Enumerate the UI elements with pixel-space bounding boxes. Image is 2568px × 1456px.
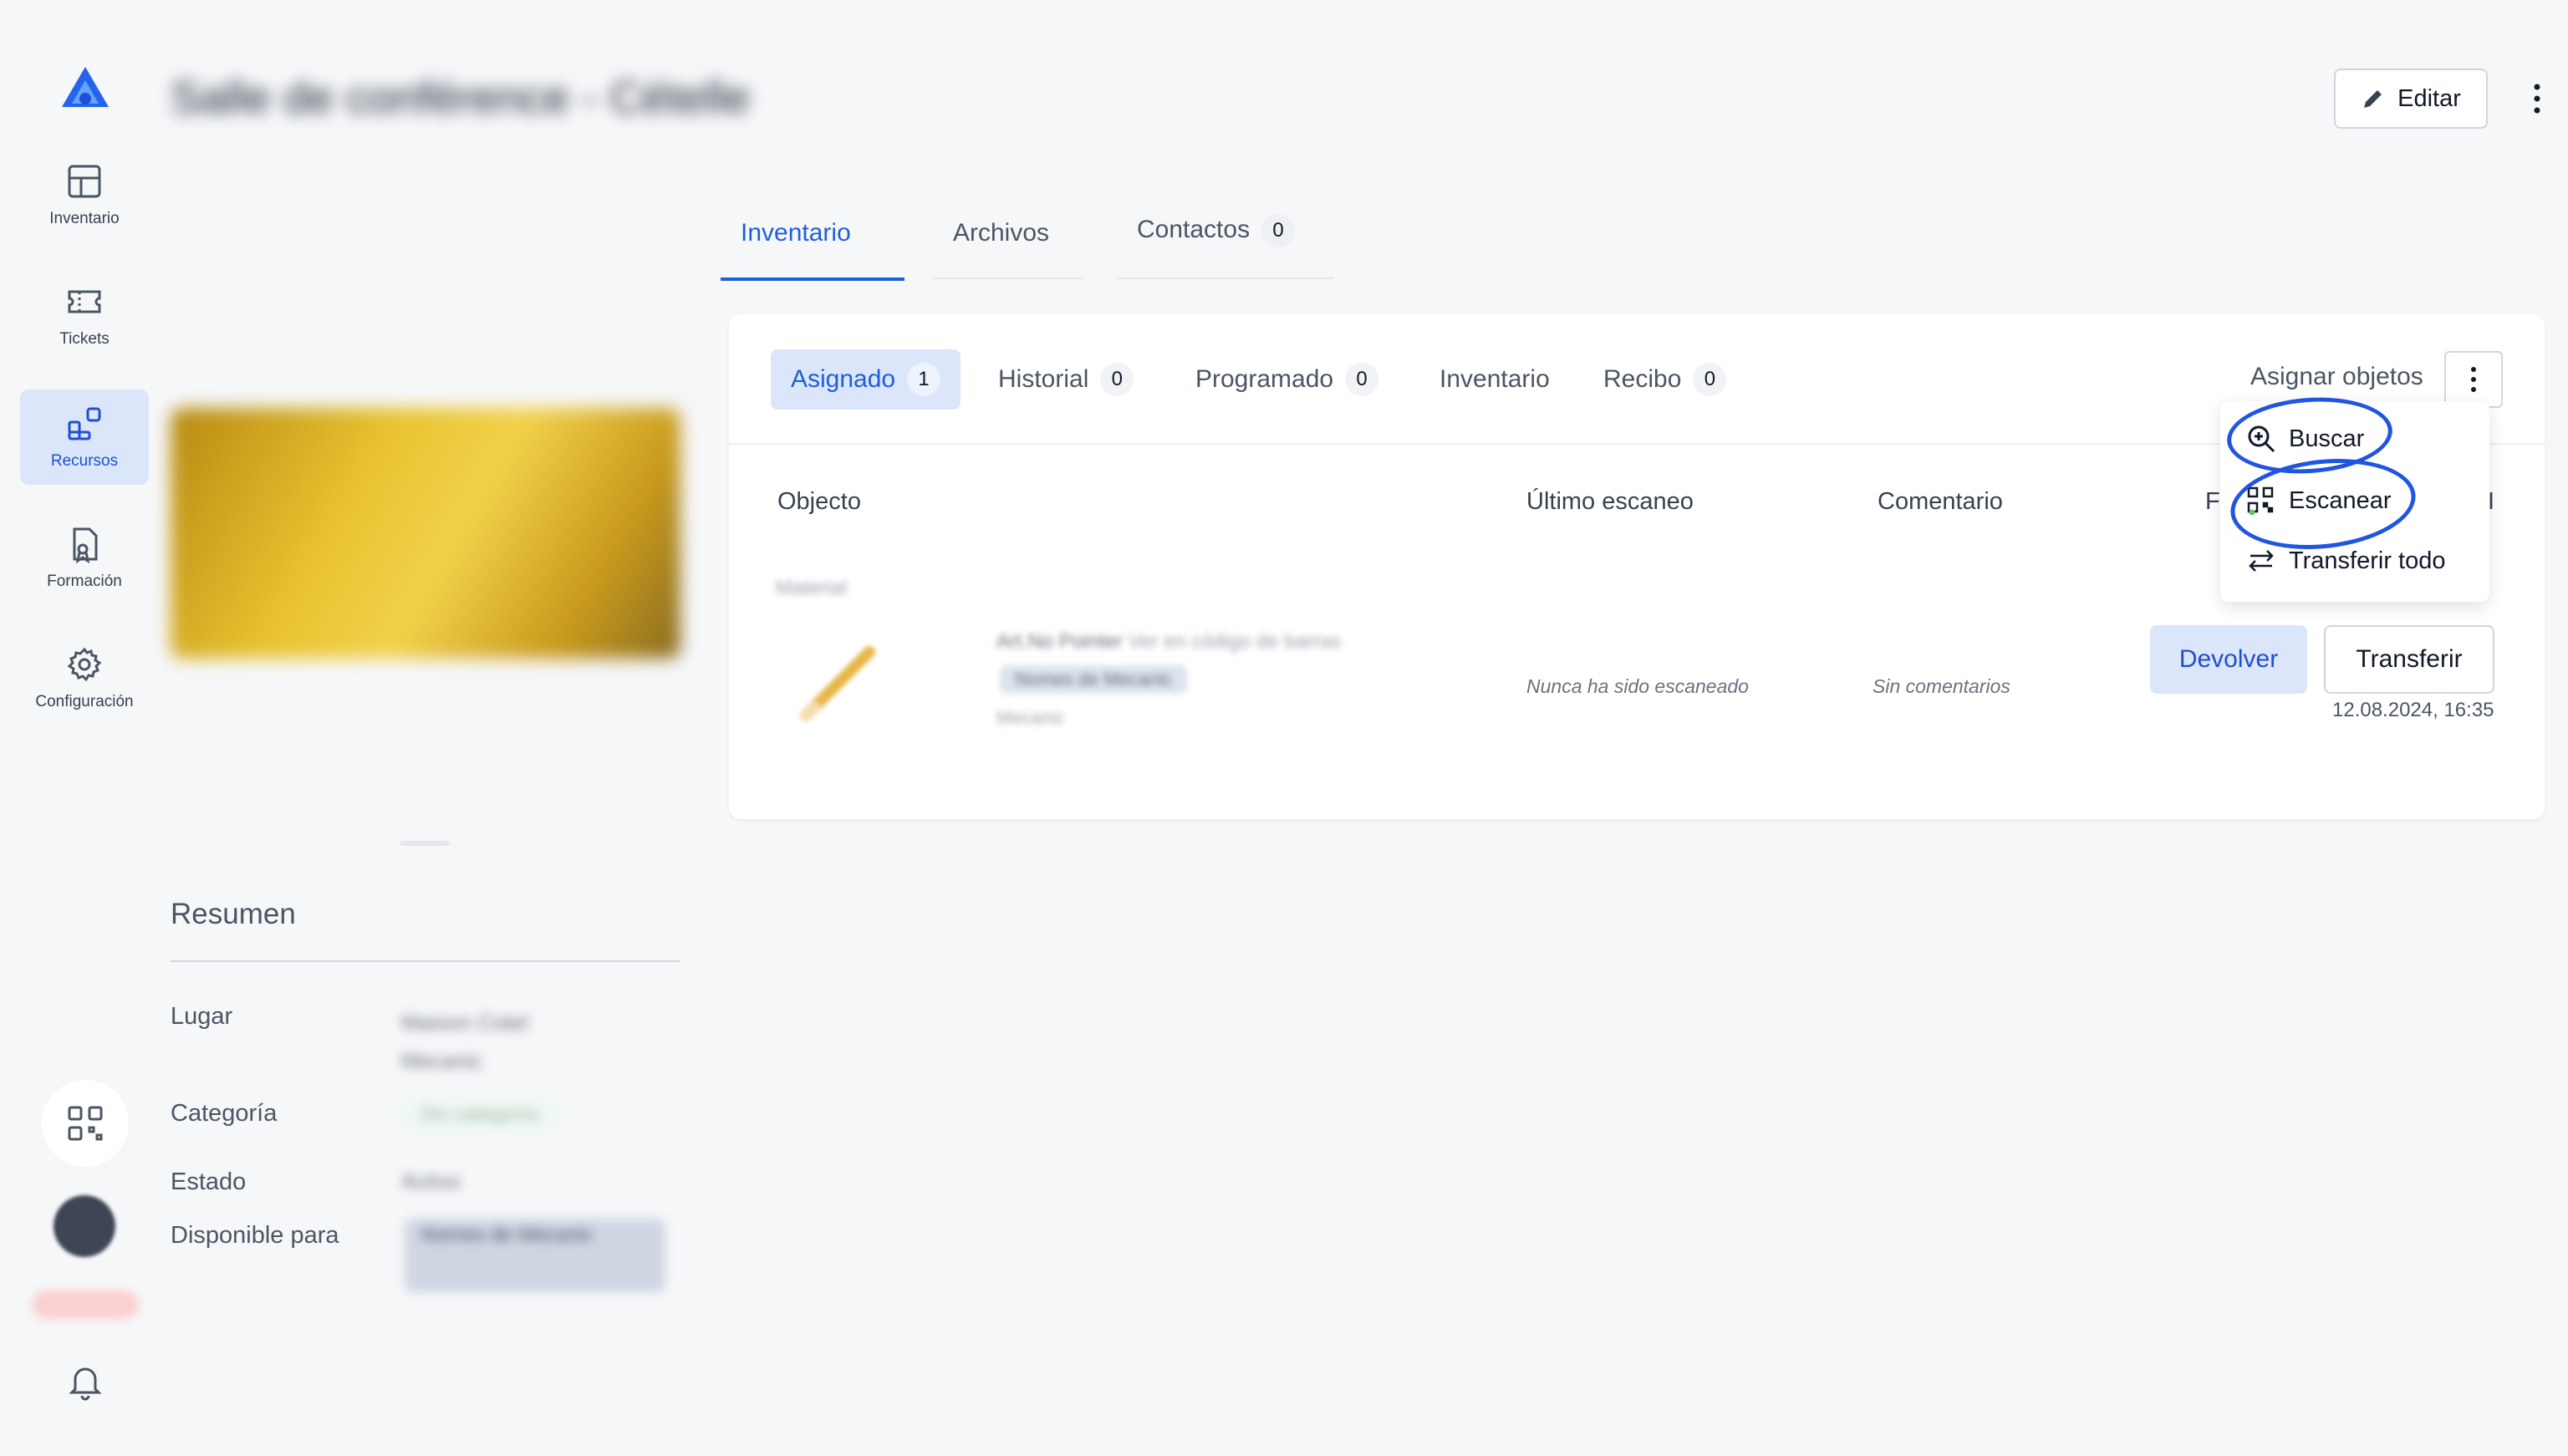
certificate-icon: [73, 527, 98, 564]
qr-code-icon: [68, 1106, 103, 1141]
subtab-label: Inventario: [1439, 365, 1550, 393]
summary-label-disponible: Disponible para: [171, 1222, 339, 1249]
sidebar-item-label: Formación: [47, 573, 122, 590]
summary-label-lugar: Lugar: [171, 1003, 233, 1030]
item-subtext: Mecanic: [996, 707, 1065, 728]
sidebar-item-formacion[interactable]: Formación: [20, 510, 149, 605]
sidebar-item-recursos[interactable]: Recursos: [20, 389, 149, 485]
pencil-icon: [2364, 90, 2382, 108]
image-indicator: [400, 841, 450, 846]
sidebar-item-label: Tickets: [59, 330, 110, 348]
sidebar-item-tickets[interactable]: Tickets: [20, 267, 149, 363]
tab-archivos[interactable]: Archivos: [953, 219, 1049, 247]
row-group-label: Material: [776, 577, 848, 599]
resource-image: [171, 408, 680, 659]
count-badge: 0: [1345, 363, 1379, 396]
page-title: Salle de conférence - Cételle: [171, 73, 751, 123]
subtab-asignado[interactable]: Asignado 1: [771, 349, 961, 410]
sidebar-item-label: Recursos: [50, 452, 119, 470]
summary-divider: [171, 960, 680, 962]
column-header-fecha: F: [2205, 488, 2220, 515]
summary-value-lugar: Maison Cotel Mecanic: [401, 1010, 528, 1073]
subtab-recibo[interactable]: Recibo 0: [1603, 349, 1727, 410]
subtab-label: Programado: [1195, 365, 1334, 393]
qr-scanner-button[interactable]: [42, 1080, 129, 1167]
summary-title: Resumen: [171, 898, 296, 930]
summary-label-estado: Estado: [171, 1168, 247, 1195]
ticket-icon: [68, 290, 101, 313]
subtab-label: Recibo: [1603, 365, 1682, 393]
comment-value: Sin comentarios: [1872, 675, 2010, 697]
subtab-inventario[interactable]: Inventario: [1439, 349, 1550, 410]
transfer-button[interactable]: Transferir: [2324, 625, 2494, 694]
tab-contactos[interactable]: Contactos 0: [1137, 214, 1296, 247]
subtab-label: Asignado: [791, 365, 896, 393]
app-logo[interactable]: [60, 65, 110, 112]
edit-button-label: Editar: [2397, 84, 2461, 112]
return-button[interactable]: Devolver: [2150, 625, 2307, 694]
edit-button[interactable]: Editar: [2334, 69, 2488, 129]
sidebar-item-inventario[interactable]: Inventario: [20, 147, 149, 242]
subtab-label: Historial: [998, 365, 1089, 393]
item-name[interactable]: Art.No Pointer Ver en código de barras: [996, 630, 1341, 654]
tab-divider: [933, 277, 1083, 279]
sidebar-item-label: Configuración: [35, 693, 134, 710]
last-scan-value: Nunca ha sido escaneado: [1526, 675, 1749, 697]
subtab-historial[interactable]: Historial 0: [998, 349, 1134, 410]
assign-objects-button[interactable]: Asignar objetos: [2250, 363, 2423, 391]
column-header-ultimo-escaneo: Último escaneo: [1526, 488, 1694, 515]
menu-item-label: Transferir todo: [2289, 547, 2446, 574]
assigned-date: 12.08.2024, 16:35: [2332, 699, 2494, 721]
pencil-item-thumbnail: [800, 646, 875, 721]
column-header-objecto: Objecto: [777, 488, 861, 515]
tab-divider: [1117, 277, 1334, 279]
subtab-programado[interactable]: Programado 0: [1195, 349, 1379, 410]
gear-icon: [67, 647, 102, 682]
column-header-comentario: Comentario: [1878, 488, 2003, 515]
menu-item-transferir-todo[interactable]: Transferir todo: [2245, 545, 2446, 577]
count-badge: 0: [1693, 363, 1727, 396]
item-name-text: Art.No Pointer: [996, 630, 1123, 653]
tab-inventario[interactable]: Inventario: [741, 219, 851, 247]
sidebar-item-configuracion[interactable]: Configuración: [20, 630, 149, 725]
item-name-detail: Ver en código de barras: [1128, 630, 1342, 653]
avatar[interactable]: [54, 1195, 115, 1257]
summary-value-estado: Activo: [401, 1168, 461, 1194]
active-tab-indicator: [721, 277, 904, 281]
transfer-arrows-icon: [2249, 550, 2274, 572]
sidebar-item-label: Inventario: [49, 210, 120, 227]
more-options-icon: [2471, 367, 2476, 392]
resources-icon: [68, 407, 101, 440]
more-options-icon[interactable]: [2525, 80, 2550, 117]
summary-value-disponible: Nomes de Mecanic: [405, 1219, 665, 1292]
assign-options-button[interactable]: [2444, 351, 2503, 408]
count-badge: 0: [1261, 214, 1296, 247]
summary-label-categoria: Categoría: [171, 1100, 278, 1127]
count-badge: 0: [1100, 363, 1134, 396]
bell-icon[interactable]: [65, 1361, 105, 1403]
count-badge: 1: [907, 363, 941, 396]
item-chip: Nomes de Mecanic: [1000, 665, 1188, 694]
tab-label: Contactos: [1137, 215, 1251, 243]
grid-icon: [68, 165, 101, 198]
environment-badge: [32, 1291, 139, 1319]
summary-value-categoria: Sin categoría: [396, 1100, 562, 1130]
